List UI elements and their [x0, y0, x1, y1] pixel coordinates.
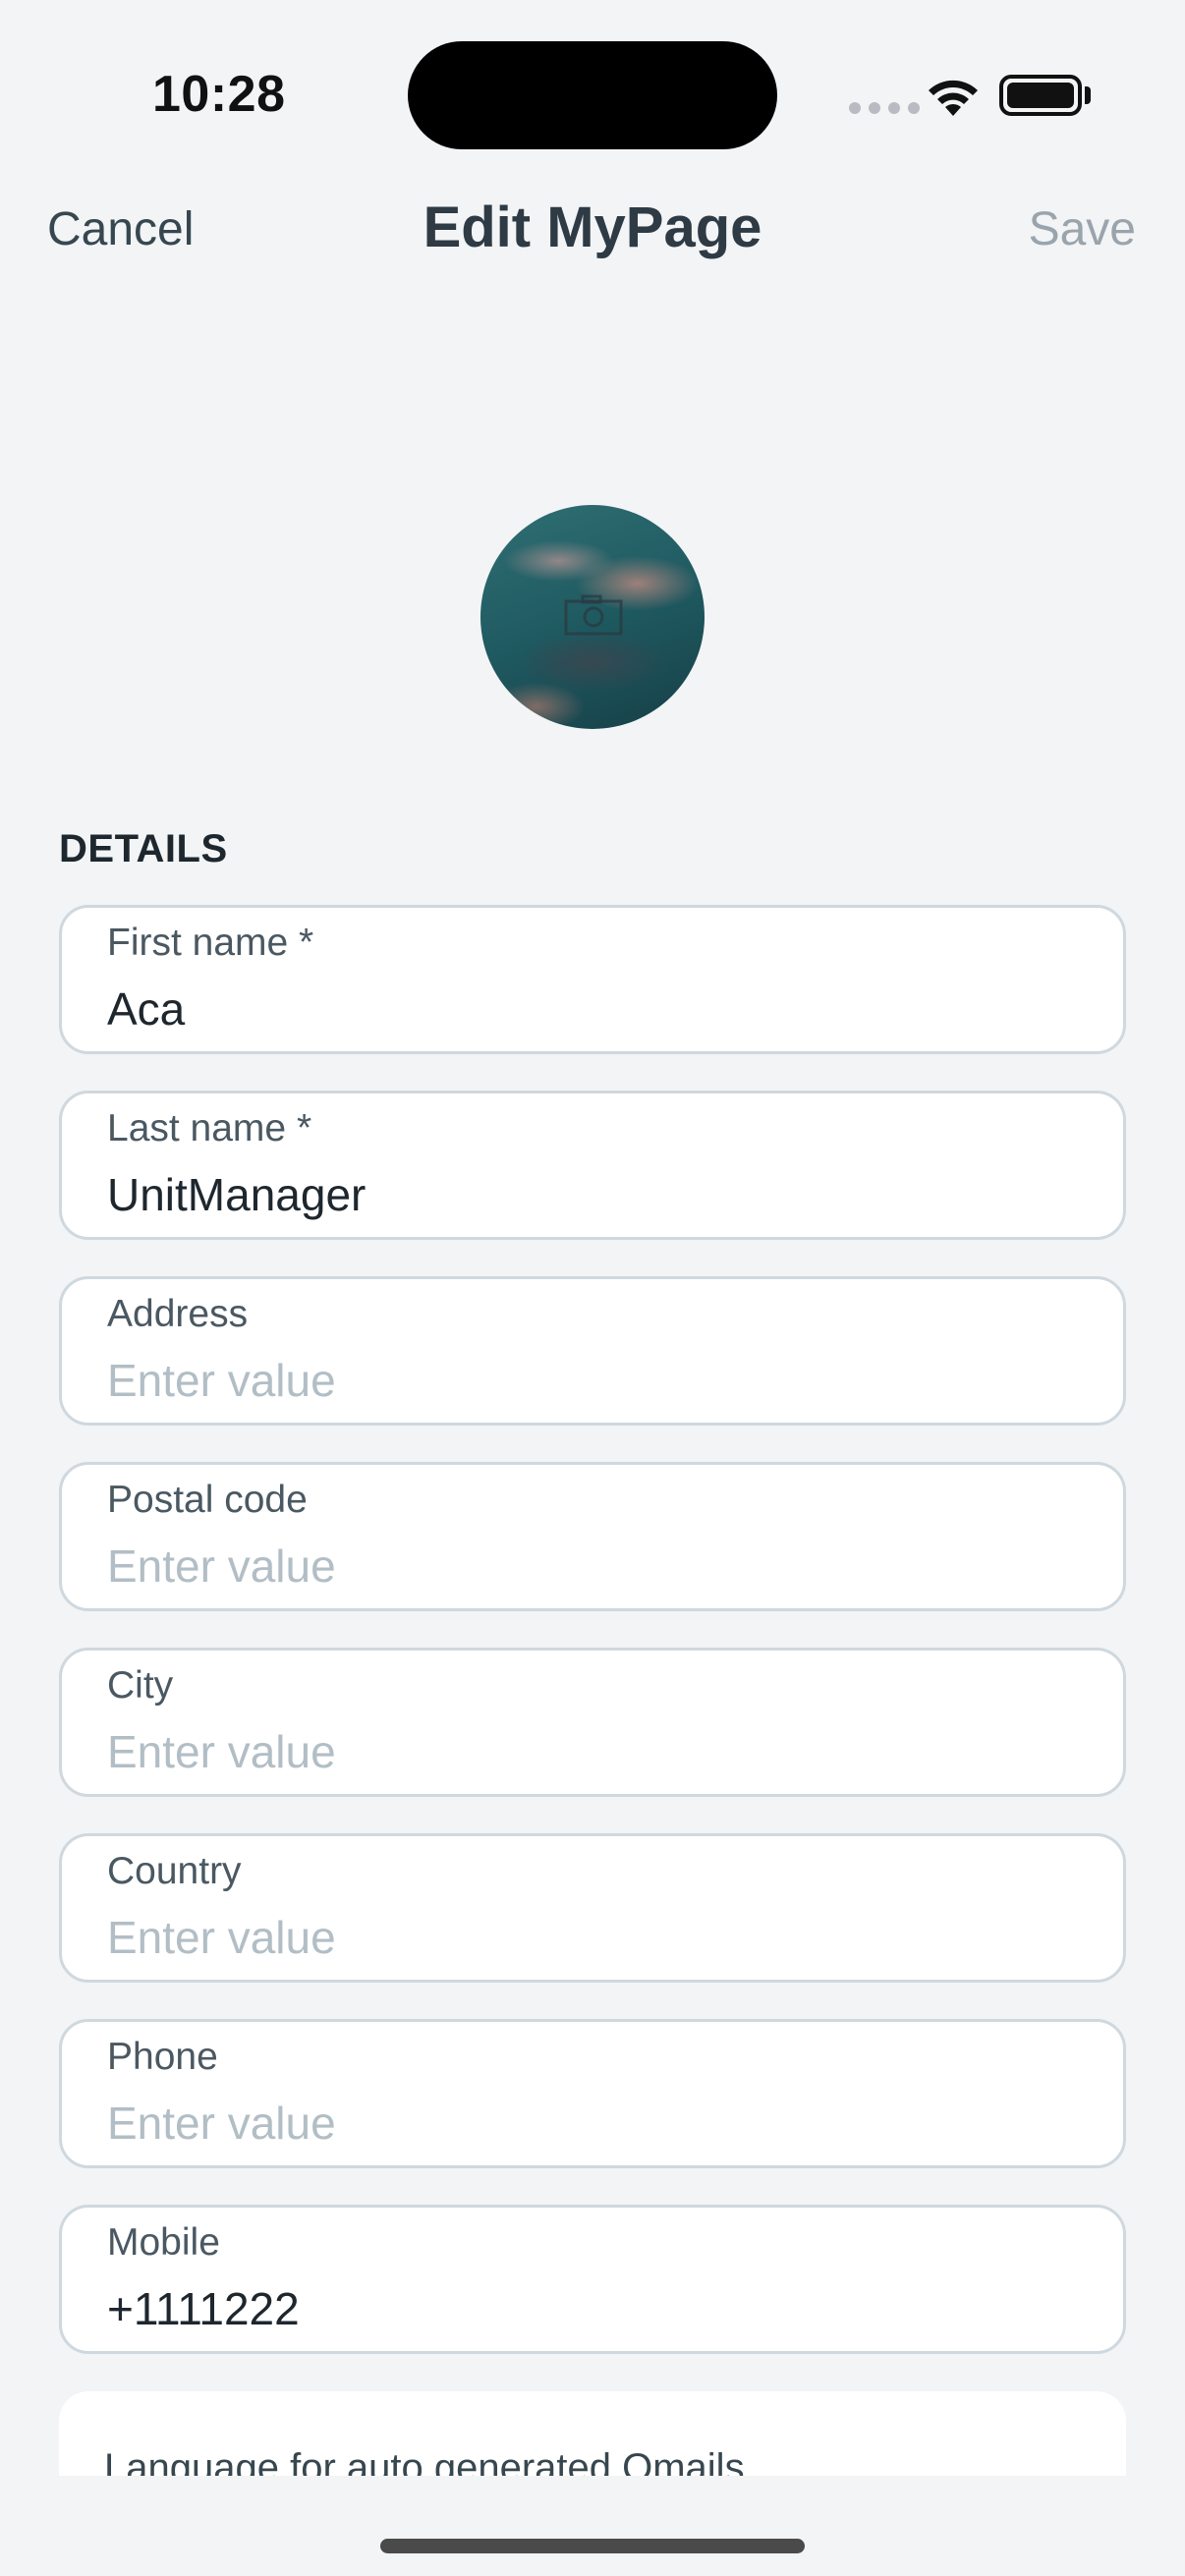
first-name-input[interactable]: Aca [107, 982, 185, 1036]
postal-code-field[interactable]: Postal code Enter value [59, 1462, 1126, 1611]
address-field[interactable]: Address Enter value [59, 1276, 1126, 1426]
mobile-input[interactable]: +1111222 [107, 2282, 300, 2335]
bottom-safe-area [0, 2476, 1185, 2576]
field-label: Postal code [107, 1479, 308, 1521]
country-input[interactable]: Enter value [107, 1911, 336, 1964]
field-label: Last name * [107, 1107, 312, 1149]
home-indicator[interactable] [380, 2539, 805, 2553]
save-button[interactable]: Save [1029, 202, 1136, 256]
country-field[interactable]: Country Enter value [59, 1833, 1126, 1983]
camera-icon [564, 594, 623, 636]
field-label: Country [107, 1850, 242, 1892]
first-name-field[interactable]: First name * Aca [59, 905, 1126, 1054]
field-label: Phone [107, 2036, 218, 2078]
page-title: Edit MyPage [423, 196, 762, 259]
phone-input[interactable]: Enter value [107, 2097, 336, 2150]
field-label: Mobile [107, 2221, 220, 2264]
field-label: City [107, 1664, 174, 1707]
last-name-input[interactable]: UnitManager [107, 1168, 366, 1221]
postal-code-input[interactable]: Enter value [107, 1540, 336, 1593]
field-label: Address [107, 1293, 249, 1335]
dynamic-island [408, 41, 777, 149]
wifi-icon [929, 80, 978, 116]
details-section-title: DETAILS [59, 827, 228, 870]
edit-mypage-screen: 10:28 Cancel Edit MyPage Save DETAILS Fi… [0, 0, 1185, 2576]
cellular-signal-icon [849, 102, 920, 114]
city-field[interactable]: City Enter value [59, 1648, 1126, 1797]
mobile-field[interactable]: Mobile +1111222 [59, 2205, 1126, 2354]
status-time: 10:28 [152, 66, 286, 123]
profile-avatar[interactable] [480, 505, 705, 729]
field-label: First name * [107, 922, 314, 964]
city-input[interactable]: Enter value [107, 1725, 336, 1778]
address-input[interactable]: Enter value [107, 1354, 336, 1407]
phone-field[interactable]: Phone Enter value [59, 2019, 1126, 2168]
last-name-field[interactable]: Last name * UnitManager [59, 1091, 1126, 1240]
battery-icon [999, 75, 1082, 116]
battery-nub [1085, 86, 1091, 104]
